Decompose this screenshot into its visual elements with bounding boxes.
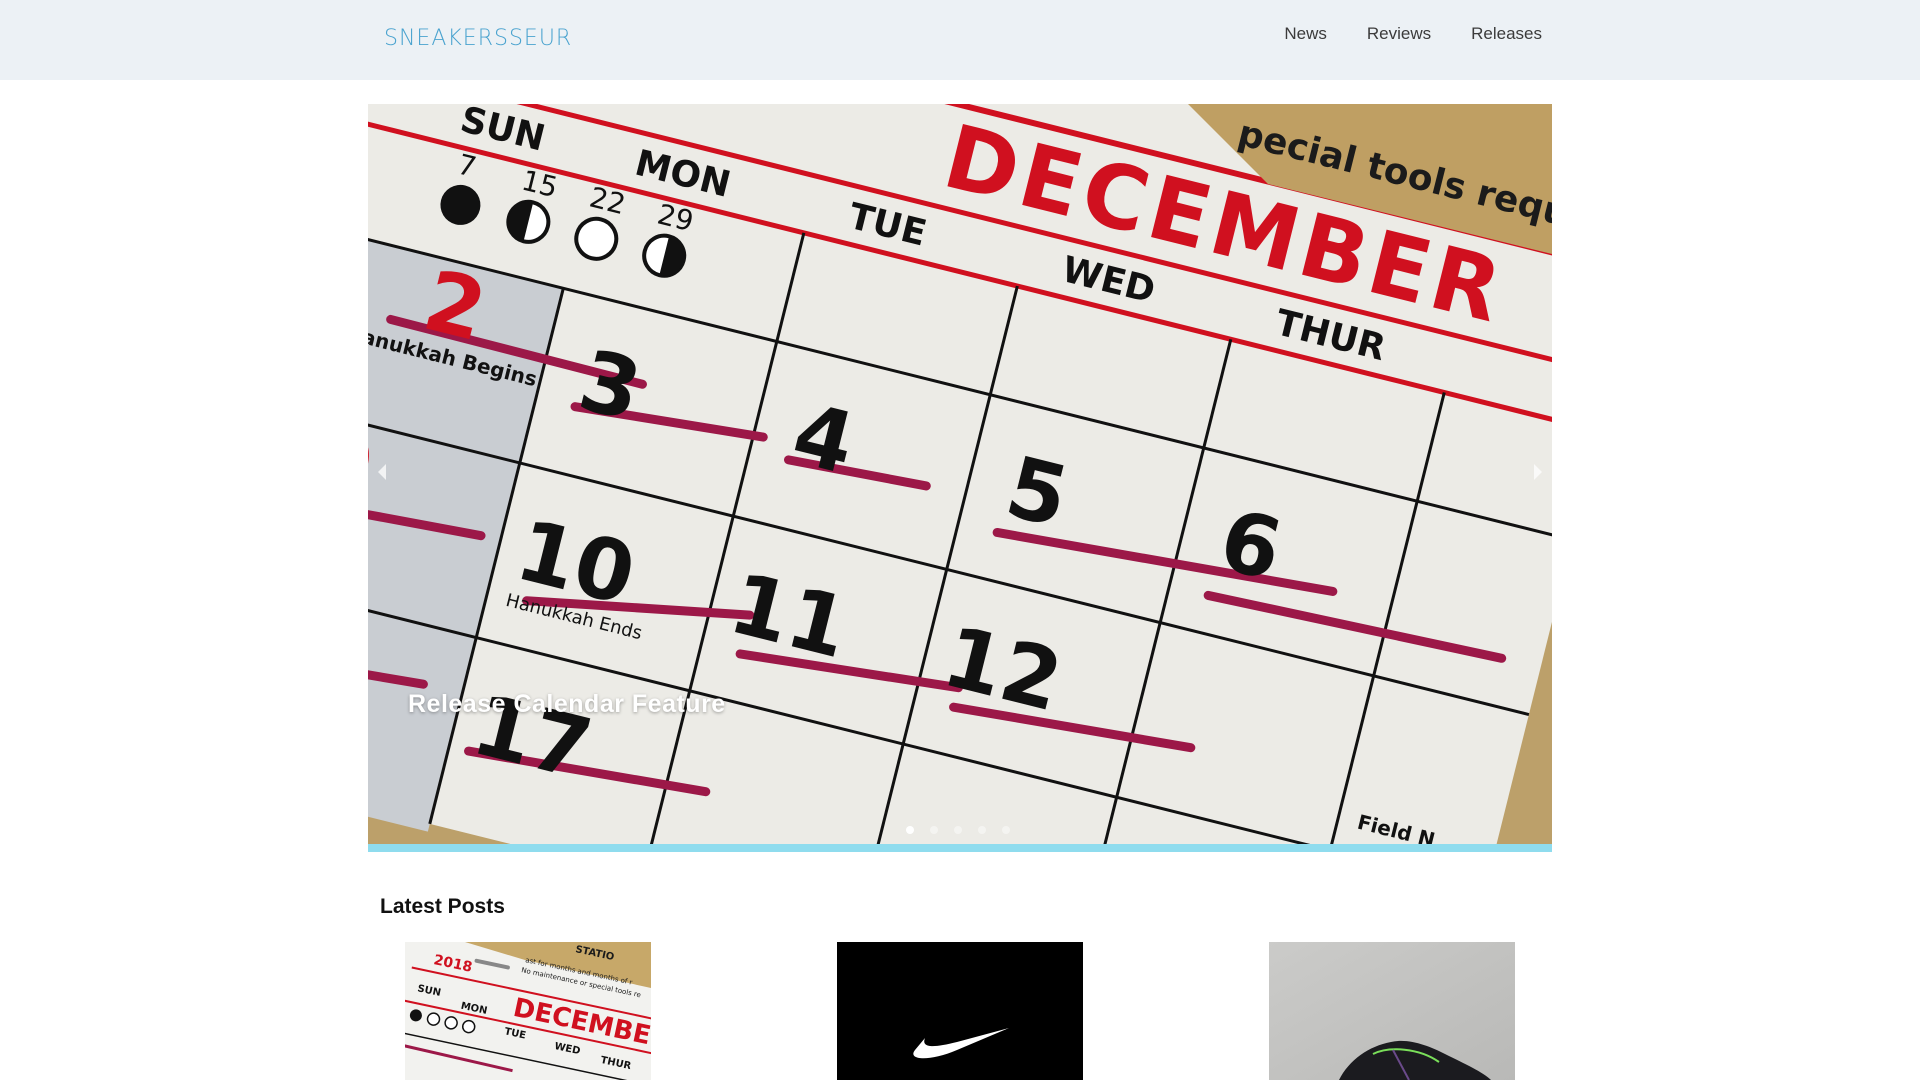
post-thumbnail-nike[interactable]: [837, 942, 1083, 1080]
site-logo[interactable]: SNEAKERSSEUR: [384, 26, 572, 51]
slider-dot-2[interactable]: [930, 826, 938, 834]
latest-posts-title: Latest Posts: [380, 895, 505, 919]
slider-dot-3[interactable]: [954, 826, 962, 834]
hero-slider: 2018 DECEMBER SUN MON TUE WED THUR 7 15 …: [368, 104, 1552, 852]
nav-item-reviews[interactable]: Reviews: [1367, 24, 1431, 44]
slider-prev-arrow-icon[interactable]: [378, 464, 386, 480]
slider-dot-4[interactable]: [978, 826, 986, 834]
calendar-photo: 2018 DECEMBER SUN MON TUE WED THUR 7 15 …: [368, 104, 1552, 844]
calendar-thumbnail-image: STATIO ast for months and months of r No…: [405, 942, 651, 1080]
post-thumbnail-sneaker[interactable]: [1269, 942, 1515, 1080]
slider-dot-1[interactable]: [906, 826, 914, 834]
nav-item-news[interactable]: News: [1284, 24, 1327, 44]
hero-slide[interactable]: 2018 DECEMBER SUN MON TUE WED THUR 7 15 …: [368, 104, 1552, 844]
post-thumbnail-calendar[interactable]: STATIO ast for months and months of r No…: [405, 942, 651, 1080]
nav-item-releases[interactable]: Releases: [1471, 24, 1542, 44]
slider-dot-5[interactable]: [1002, 826, 1010, 834]
nike-swoosh-icon: [837, 942, 1083, 1080]
slider-next-arrow-icon[interactable]: [1534, 464, 1542, 480]
site-header: SNEAKERSSEUR News Reviews Releases: [0, 0, 1920, 80]
main-nav: News Reviews Releases: [1284, 24, 1542, 44]
sneaker-image: [1269, 942, 1515, 1080]
slide-caption[interactable]: Release Calendar Feature: [408, 690, 726, 719]
slider-pagination: [906, 826, 1010, 834]
